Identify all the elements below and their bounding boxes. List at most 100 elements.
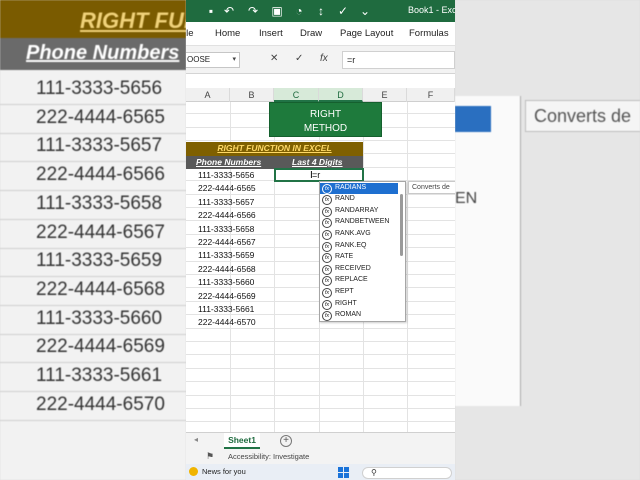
function-icon: fx	[322, 218, 332, 229]
tab-formulas[interactable]: Formulas	[409, 28, 449, 39]
bg-tooltip-text: Converts de	[534, 106, 632, 126]
phone-number-cell[interactable]: 222-4444-6569	[198, 291, 256, 301]
bg-autocomplete-panel	[455, 96, 521, 406]
weather-icon[interactable]	[189, 467, 198, 476]
phone-number-cell[interactable]: 222-4444-6568	[198, 264, 256, 274]
tab-page-layout[interactable]: Page Layout	[340, 28, 393, 39]
autocomplete-item[interactable]: fx REPT	[320, 287, 398, 299]
redo-icon[interactable]: ↷	[246, 4, 260, 18]
function-icon: fx	[322, 229, 332, 240]
phone-number-cell[interactable]: 222-4444-6567	[198, 237, 256, 247]
autocomplete-item[interactable]: fx REPLACE	[320, 275, 398, 287]
phone-number-cell[interactable]: 111-3333-5656	[198, 170, 254, 180]
bg-phone-number: 222-4444-6566	[36, 164, 165, 186]
autocomplete-item[interactable]: fx RIGHT	[320, 299, 398, 311]
bg-phone-number: 111-3333-5658	[36, 192, 163, 214]
method-label-line2: METHOD	[303, 123, 348, 134]
autocomplete-item[interactable]: fx ROMAN	[320, 310, 398, 321]
autocomplete-item-label: RANDBETWEEN	[335, 218, 390, 226]
autocomplete-item[interactable]: fx RADIANS	[320, 182, 398, 194]
windows-taskbar: News for you ⚲	[186, 464, 455, 480]
bg-row-divider	[0, 218, 186, 220]
worksheet-grid[interactable]: RIGHT METHOD RIGHT FUNCTION IN EXCEL Pho…	[186, 102, 455, 432]
grid-row-line	[186, 408, 455, 409]
news-widget[interactable]: News for you	[202, 467, 246, 476]
grid-row-line	[186, 367, 455, 369]
column-header-last-4-digits: Last 4 Digits	[292, 157, 343, 167]
excel-window: ▪ ↶ ↷ ▣ ◔ ↕ ✓ ⌄ Book1 - Excel ile Home I…	[186, 0, 455, 480]
bg-phone-number: 222-4444-6568	[36, 278, 165, 300]
brush-icon[interactable]: ✓	[336, 4, 350, 18]
autocomplete-item[interactable]: fx RANDARRAY	[320, 206, 398, 218]
insert-function-icon[interactable]: fx	[320, 53, 328, 64]
autocomplete-scrollbar[interactable]	[400, 194, 403, 256]
tab-draw[interactable]: Draw	[300, 28, 322, 39]
ribbon-tabs: ile Home Insert Draw Page Layout Formula…	[186, 22, 455, 46]
bg-row-divider	[0, 190, 186, 192]
chevron-down-icon[interactable]: ▾	[232, 53, 236, 67]
column-header-c[interactable]: C	[274, 88, 319, 102]
grid-column-line	[407, 102, 408, 432]
autocomplete-item[interactable]: fx RAND	[320, 194, 398, 206]
function-icon: fx	[322, 241, 332, 252]
bg-row-divider	[0, 362, 186, 364]
undo-icon[interactable]: ↶	[222, 4, 236, 18]
enter-icon[interactable]: ✓	[295, 53, 303, 64]
column-header-e[interactable]: E	[363, 88, 407, 102]
phone-number-cell[interactable]: 222-4444-6570	[198, 317, 256, 327]
phone-number-cell[interactable]: 111-3333-5659	[198, 250, 254, 260]
add-sheet-button[interactable]: +	[280, 435, 292, 447]
tab-sheet1[interactable]: Sheet1	[224, 433, 260, 449]
autocomplete-item-label: RANDARRAY	[335, 206, 379, 214]
name-box[interactable]: OOSE ▾	[186, 52, 240, 68]
phone-number-cell[interactable]: 111-3333-5657	[198, 197, 254, 207]
quick-access-icon[interactable]: ▣	[270, 4, 284, 18]
active-cell[interactable]: =r	[274, 168, 364, 182]
method-label-box: RIGHT METHOD	[269, 102, 382, 137]
function-icon: fx	[322, 195, 332, 206]
autocomplete-item[interactable]: fx RANK.AVG	[320, 229, 398, 241]
phone-number-cell[interactable]: 111-3333-5658	[198, 224, 254, 234]
phone-number-cell[interactable]: 111-3333-5661	[198, 304, 254, 314]
name-box-value: OOSE	[187, 55, 211, 64]
autocomplete-item-label: RECEIVED	[335, 264, 371, 272]
autocomplete-item[interactable]: fx RANK.EQ	[320, 241, 398, 253]
quick-access-icon-2[interactable]: ◔	[292, 4, 306, 18]
phone-number-cell[interactable]: 111-3333-5660	[198, 277, 254, 287]
formula-input[interactable]: =r	[342, 51, 455, 69]
taskbar-search[interactable]: ⚲	[362, 467, 452, 479]
save-icon[interactable]: ▪	[204, 4, 218, 18]
sheet-nav-arrow-icon[interactable]: ◂	[194, 435, 198, 444]
accessibility-status[interactable]: Accessibility: Investigate	[228, 452, 309, 461]
customize-quick-access-icon[interactable]: ⌄	[358, 4, 372, 18]
cancel-icon[interactable]: ✕	[270, 53, 278, 64]
autocomplete-list[interactable]: fx RADIANS fx RAND fx RANDARRAY fx RANDBETWEEN f…	[319, 181, 406, 322]
column-header-f[interactable]: F	[407, 88, 455, 102]
column-header-b[interactable]: B	[230, 88, 274, 102]
function-icon: fx	[322, 183, 332, 194]
bg-table-title-text: RIGHT FUNCTION IN EXCEL	[80, 8, 186, 33]
tab-home[interactable]: Home	[215, 28, 240, 39]
bg-row-divider	[0, 276, 186, 278]
sort-icon[interactable]: ↕	[314, 4, 328, 18]
bg-phone-number: 111-3333-5659	[36, 250, 163, 272]
autocomplete-item[interactable]: fx RECEIVED	[320, 264, 398, 276]
autocomplete-item[interactable]: fx RANDBETWEEN	[320, 217, 398, 229]
windows-start-icon[interactable]	[338, 467, 349, 478]
tab-file[interactable]: ile	[186, 28, 194, 39]
bg-phone-number: 111-3333-5657	[36, 135, 163, 157]
column-header-a[interactable]: A	[186, 88, 230, 102]
accessibility-icon[interactable]: ⚑	[206, 451, 214, 462]
formula-bar: OOSE ▾ ✕ ✓ fx =r	[186, 46, 455, 74]
bg-phone-number: 111-3333-5656	[36, 78, 163, 99]
tab-insert[interactable]: Insert	[259, 28, 283, 39]
method-label-line1: RIGHT	[309, 109, 342, 120]
autocomplete-item[interactable]: fx RATE	[320, 252, 398, 264]
autocomplete-item-label: REPLACE	[335, 276, 368, 284]
background-zoom-left: RIGHT FUNCTION IN EXCEL Phone Numbers 11…	[0, 0, 186, 480]
grid-row-line	[186, 394, 455, 396]
phone-number-cell[interactable]: 222-4444-6566	[198, 210, 256, 220]
column-header-d[interactable]: D	[319, 88, 363, 102]
grid-row-line	[186, 421, 455, 423]
phone-number-cell[interactable]: 222-4444-6565	[198, 183, 256, 193]
